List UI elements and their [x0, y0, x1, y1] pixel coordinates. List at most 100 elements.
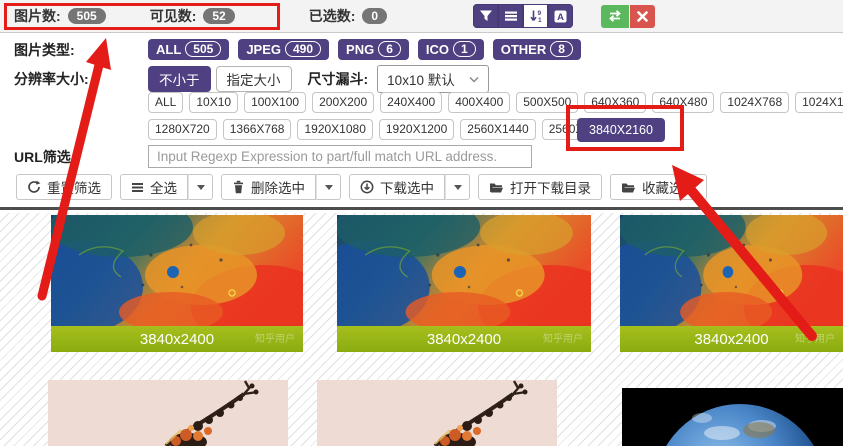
- watermark-text: 知乎用户: [255, 334, 295, 345]
- view-options-group: 9 1 A: [473, 4, 574, 28]
- image-assistant-window: 图片数: 505 可见数: 52 已选数: 0 9 1 A 图片类型: ALL …: [0, 0, 843, 446]
- type-ico-count: 1: [453, 41, 476, 57]
- justify-lines-icon: [504, 11, 517, 21]
- open-download-dir-text: 打开下载目录: [510, 181, 591, 196]
- type-all-button[interactable]: ALL 505: [148, 39, 230, 60]
- type-filter-label: 图片类型:: [14, 41, 75, 58]
- download-split: 下载选中: [349, 174, 470, 200]
- url-filter-input[interactable]: [148, 145, 532, 168]
- open-download-dir-button[interactable]: 打开下载目录: [478, 174, 602, 200]
- favorite-selected-button[interactable]: 收藏选中: [610, 174, 707, 200]
- res-1920x1080-button[interactable]: 1920X1080: [297, 119, 373, 140]
- download-icon: [360, 180, 374, 194]
- type-other-button[interactable]: OTHER 8: [492, 39, 581, 60]
- res-640x360-button[interactable]: 640X360: [584, 92, 647, 113]
- url-filter-label: URL筛选:: [14, 148, 76, 165]
- res-500x500-button[interactable]: 500X500: [516, 92, 579, 113]
- res-240x400-button[interactable]: 240X400: [380, 92, 443, 113]
- size-funnel-select[interactable]: 10x10 默认: [377, 65, 489, 93]
- res-1024x1280-button[interactable]: 1024X1280: [795, 92, 843, 113]
- type-all-text: ALL: [156, 41, 182, 57]
- image-size-label: 3840x2400: [426, 330, 502, 348]
- resolution-row-1: ALL 10X10 100X100 200X200 240X400 400X40…: [148, 92, 843, 113]
- swap-arrows-icon: [609, 10, 621, 22]
- res-1024x768-button[interactable]: 1024X768: [720, 92, 790, 113]
- select-all-split: 全选: [120, 174, 213, 200]
- display-mode-button[interactable]: [498, 4, 524, 28]
- res-2560x1440-button[interactable]: 2560X1440: [460, 119, 536, 140]
- image-card-2[interactable]: 3840x2400 知乎用户: [337, 215, 591, 352]
- watermark-text: 知乎用户: [795, 334, 835, 345]
- visible-count-badge: 52: [203, 8, 235, 24]
- caret-down-icon: [453, 184, 462, 194]
- image-count-label: 图片数:: [14, 8, 61, 24]
- res-all-button[interactable]: ALL: [148, 92, 184, 113]
- chevron-down-icon: [469, 76, 479, 83]
- trash-icon: [234, 180, 243, 194]
- favorite-selected-text: 收藏选中: [642, 181, 696, 196]
- size-funnel-value: 10x10 默认: [387, 73, 455, 88]
- selected-count-badge: 0: [362, 8, 388, 24]
- image-grid: 3840x2400 知乎用户 3840x2400 知乎用户 3840x2400 …: [0, 213, 843, 446]
- reset-filter-button[interactable]: 重置筛选: [16, 174, 112, 200]
- image-card-6[interactable]: [622, 388, 843, 446]
- res-400x400-button[interactable]: 400X400: [448, 92, 511, 113]
- res-200x200-button[interactable]: 200X200: [312, 92, 375, 113]
- select-all-caret-button[interactable]: [188, 174, 213, 200]
- image-count-stat: 图片数: 505: [14, 6, 106, 26]
- select-all-text: 全选: [150, 181, 177, 196]
- type-jpeg-count: 490: [285, 41, 322, 57]
- type-png-button[interactable]: PNG 6: [338, 39, 409, 60]
- swap-view-button[interactable]: [601, 4, 630, 28]
- image-card-3[interactable]: 3840x2400 知乎用户: [620, 215, 843, 352]
- size-bar: 3840x2400 知乎用户: [620, 326, 843, 352]
- resolution-mode-row: 分辨率大小: 不小于 指定大小 尺寸漏斗: 10x10 默认: [14, 65, 489, 93]
- size-bar: 3840x2400 知乎用户: [337, 326, 591, 352]
- type-png-text: PNG: [346, 41, 375, 57]
- sort-alphabetical-button[interactable]: A: [548, 4, 574, 28]
- funnel-icon: [479, 10, 492, 21]
- filter-button[interactable]: [473, 4, 499, 28]
- res-1920x1200-button[interactable]: 1920X1200: [378, 119, 455, 140]
- res-3840x2160-button[interactable]: 3840X2160: [577, 118, 665, 142]
- res-1366x768-button[interactable]: 1366X768: [222, 119, 292, 140]
- mode-exact-size-button[interactable]: 指定大小: [215, 66, 292, 92]
- close-button[interactable]: [630, 4, 656, 28]
- action-toolbar: 重置筛选 全选 删除选中 下载选中 打开下载目录 收藏选中: [16, 174, 715, 200]
- sort-by-size-button[interactable]: 9 1: [523, 4, 549, 28]
- size-bar: 3840x2400 知乎用户: [51, 326, 303, 352]
- type-ico-button[interactable]: ICO 1: [417, 39, 484, 60]
- watermark-text: 知乎用户: [543, 334, 583, 345]
- type-ico-text: ICO: [425, 41, 450, 57]
- delete-caret-button[interactable]: [316, 174, 341, 200]
- delete-selected-button[interactable]: 删除选中: [221, 174, 316, 200]
- svg-text:9: 9: [537, 10, 541, 17]
- image-card-1[interactable]: 3840x2400 知乎用户: [51, 215, 303, 352]
- earth-image: [622, 388, 843, 446]
- image-card-4[interactable]: [48, 380, 288, 446]
- res-640x480-button[interactable]: 640X480: [652, 92, 715, 113]
- select-all-button[interactable]: 全选: [120, 174, 188, 200]
- res-1280x720-button[interactable]: 1280X720: [148, 119, 217, 140]
- type-jpeg-button[interactable]: JPEG 490: [238, 39, 330, 60]
- panel-toggle-group: [601, 4, 656, 28]
- download-selected-button[interactable]: 下载选中: [349, 174, 445, 200]
- folder-open-icon: [490, 183, 503, 192]
- download-caret-button[interactable]: [445, 174, 470, 200]
- type-other-count: 8: [550, 41, 573, 57]
- size-funnel-label: 尺寸漏斗:: [307, 71, 369, 87]
- image-count-badge: 505: [67, 8, 106, 24]
- download-selected-text: 下载选中: [380, 181, 434, 196]
- res-10x10-button[interactable]: 10X10: [189, 92, 239, 113]
- selected-count-label: 已选数:: [308, 8, 356, 24]
- res-100x100-button[interactable]: 100X100: [244, 92, 307, 113]
- image-size-label: 3840x2400: [694, 330, 769, 348]
- url-filter-row: URL筛选:: [14, 145, 532, 168]
- image-card-5[interactable]: [317, 380, 557, 446]
- visible-count-stat: 可见数: 52: [150, 6, 235, 26]
- resolution-label: 分辨率大小:: [14, 71, 89, 87]
- close-x-icon: [637, 10, 648, 22]
- svg-text:A: A: [557, 12, 564, 23]
- svg-text:1: 1: [538, 17, 542, 23]
- mode-not-smaller-button[interactable]: 不小于: [148, 66, 211, 92]
